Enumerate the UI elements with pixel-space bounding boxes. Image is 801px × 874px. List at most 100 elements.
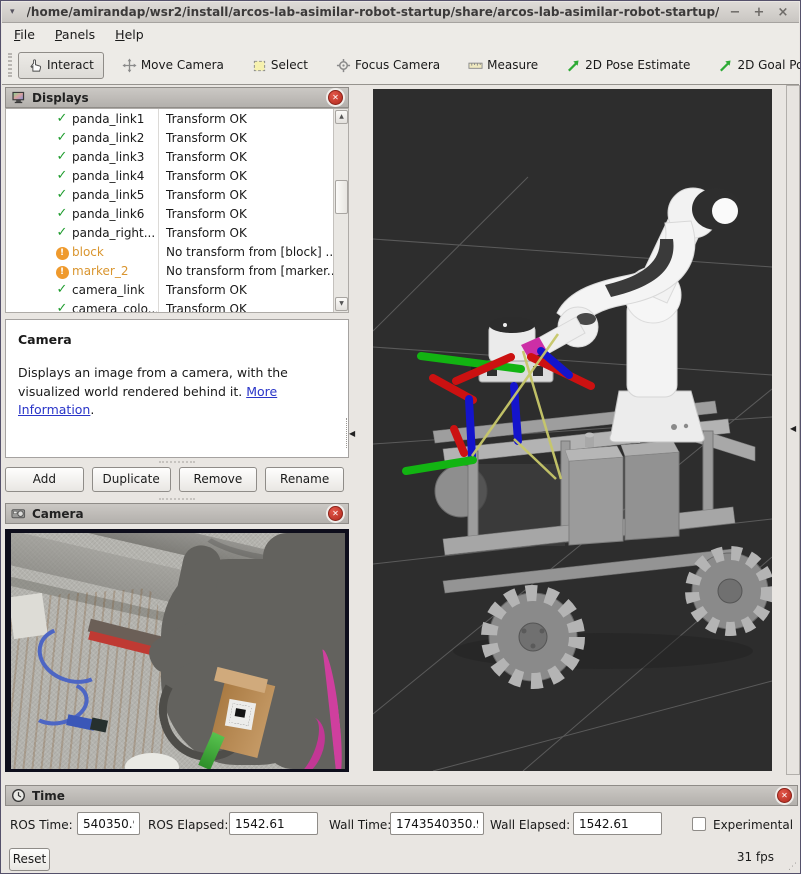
wall-elapsed-field[interactable] bbox=[573, 812, 662, 835]
time-panel-title: Time bbox=[32, 789, 771, 803]
camera-image bbox=[11, 533, 345, 769]
ros-elapsed-field[interactable] bbox=[229, 812, 318, 835]
mobile-base bbox=[433, 401, 768, 681]
displays-icon bbox=[11, 90, 26, 105]
menu-file[interactable]: File bbox=[14, 27, 35, 42]
experimental-checkbox[interactable] bbox=[692, 817, 706, 831]
camera-close-icon[interactable]: ✕ bbox=[328, 506, 343, 521]
maximize-button[interactable]: + bbox=[751, 5, 767, 20]
tool-select[interactable]: Select bbox=[242, 52, 318, 79]
ok-check-icon: ✓ bbox=[52, 282, 72, 297]
green-arrow-icon bbox=[718, 58, 733, 73]
ros-time-label: ROS Time: bbox=[10, 818, 73, 832]
tool-2d-pose-estimate[interactable]: 2D Pose Estimate bbox=[556, 52, 700, 79]
collapsed-right-panel[interactable]: ◀ bbox=[786, 85, 800, 775]
experimental-label: Experimental bbox=[713, 818, 793, 832]
resize-grip[interactable]: ⋰ bbox=[788, 862, 797, 872]
column-divider bbox=[158, 109, 159, 312]
table-row[interactable]: ✓panda_link5Transform OK bbox=[6, 185, 348, 204]
time-close-icon[interactable]: ✕ bbox=[777, 788, 792, 803]
row-name: camera_colo... bbox=[72, 302, 157, 314]
displays-panel-title: Displays bbox=[32, 91, 322, 105]
row-status: Transform OK bbox=[157, 302, 247, 314]
time-panel-header[interactable]: Time ✕ bbox=[5, 785, 798, 806]
splitter-dots bbox=[346, 418, 347, 448]
tool-label: Measure bbox=[487, 58, 538, 72]
remove-button[interactable]: Remove bbox=[179, 467, 258, 492]
camera-panel-header[interactable]: Camera ✕ bbox=[5, 503, 349, 524]
scroll-up-icon[interactable]: ▲ bbox=[335, 110, 348, 124]
scroll-down-icon[interactable]: ▼ bbox=[335, 297, 348, 311]
row-name: panda_link1 bbox=[72, 112, 157, 126]
warning-icon: ! bbox=[56, 266, 69, 279]
warning-icon: ! bbox=[56, 247, 69, 260]
wall-elapsed-label: Wall Elapsed: bbox=[490, 818, 570, 832]
table-row[interactable]: ✓panda_link4Transform OK bbox=[6, 166, 348, 185]
close-window-button[interactable]: × bbox=[775, 5, 791, 20]
ok-check-icon: ✓ bbox=[52, 301, 72, 313]
displays-close-icon[interactable]: ✕ bbox=[328, 90, 343, 105]
left-splitter-handle[interactable]: ◀ bbox=[346, 417, 360, 449]
minimize-button[interactable]: − bbox=[727, 5, 743, 20]
row-status: Transform OK bbox=[157, 150, 247, 164]
tree-scrollbar[interactable]: ▲ ▼ bbox=[333, 109, 348, 312]
wall-time-field[interactable] bbox=[390, 812, 484, 835]
row-status: Transform OK bbox=[157, 188, 247, 202]
displays-tree[interactable]: ✓panda_link1Transform OK ✓panda_link2Tra… bbox=[5, 108, 349, 313]
duplicate-button[interactable]: Duplicate bbox=[92, 467, 171, 492]
tool-measure[interactable]: Measure bbox=[458, 52, 548, 79]
hand-icon bbox=[28, 58, 43, 73]
3d-viewport[interactable] bbox=[373, 89, 772, 771]
row-status: No transform from [marker... bbox=[157, 264, 338, 278]
row-name: panda_link2 bbox=[72, 131, 157, 145]
table-row[interactable]: ✓panda_link1Transform OK bbox=[6, 109, 348, 128]
row-name: block bbox=[72, 245, 157, 259]
panel-splitter[interactable] bbox=[159, 498, 195, 500]
description-period: . bbox=[90, 402, 94, 417]
ros-elapsed-label: ROS Elapsed: bbox=[148, 818, 228, 832]
table-row[interactable]: ✓panda_link2Transform OK bbox=[6, 128, 348, 147]
rviz-window: ▾ /home/amirandap/wsr2/install/arcos-lab… bbox=[0, 0, 801, 874]
tool-label: Focus Camera bbox=[355, 58, 440, 72]
table-row[interactable]: ✓camera_linkTransform OK bbox=[6, 280, 348, 299]
ok-check-icon: ✓ bbox=[52, 187, 72, 202]
window-menu-icon[interactable]: ▾ bbox=[10, 7, 15, 17]
wall-time-label: Wall Time: bbox=[329, 818, 391, 832]
table-row[interactable]: !marker_2No transform from [marker... bbox=[6, 261, 348, 280]
titlebar[interactable]: ▾ /home/amirandap/wsr2/install/arcos-lab… bbox=[2, 2, 799, 23]
menu-help[interactable]: Help bbox=[115, 27, 144, 42]
window-title: /home/amirandap/wsr2/install/arcos-lab-a… bbox=[27, 5, 719, 19]
reset-button[interactable]: Reset bbox=[9, 848, 50, 871]
tool-2d-goal-pose[interactable]: 2D Goal Pose bbox=[708, 52, 801, 79]
tool-move-camera[interactable]: Move Camera bbox=[112, 52, 234, 79]
tool-interact[interactable]: Interact bbox=[18, 52, 104, 79]
row-status: Transform OK bbox=[157, 131, 247, 145]
toolbar: Interact Move Camera Select Focus Camera… bbox=[2, 46, 799, 85]
tool-label: 2D Pose Estimate bbox=[585, 58, 690, 72]
panel-splitter[interactable] bbox=[159, 461, 195, 463]
scrollbar-thumb[interactable] bbox=[335, 180, 348, 214]
table-row[interactable]: ✓panda_link6Transform OK bbox=[6, 204, 348, 223]
table-row[interactable]: ✓panda_link3Transform OK bbox=[6, 147, 348, 166]
ok-check-icon: ✓ bbox=[52, 225, 72, 240]
ok-check-icon: ✓ bbox=[52, 206, 72, 221]
table-row[interactable]: !blockNo transform from [block] ... bbox=[6, 242, 348, 261]
ruler-icon bbox=[468, 58, 483, 73]
tool-focus-camera[interactable]: Focus Camera bbox=[326, 52, 450, 79]
crosshair-icon bbox=[336, 58, 351, 73]
rename-button[interactable]: Rename bbox=[265, 467, 344, 492]
menu-panels[interactable]: Panels bbox=[55, 27, 95, 42]
table-row[interactable]: ✓camera_colo...Transform OK bbox=[6, 299, 348, 313]
toolbar-drag-handle[interactable] bbox=[8, 53, 12, 77]
row-status: Transform OK bbox=[157, 283, 247, 297]
display-description: Camera Displays an image from a camera, … bbox=[5, 319, 349, 458]
row-status: Transform OK bbox=[157, 169, 247, 183]
ros-time-field[interactable] bbox=[77, 812, 140, 835]
ok-check-icon: ✓ bbox=[52, 168, 72, 183]
move-arrows-icon bbox=[122, 58, 137, 73]
table-row[interactable]: ✓panda_right...Transform OK bbox=[6, 223, 348, 242]
displays-panel-header[interactable]: Displays ✕ bbox=[5, 87, 349, 108]
camera-panel-title: Camera bbox=[32, 507, 322, 521]
add-button[interactable]: Add bbox=[5, 467, 84, 492]
displays-actions: Add Duplicate Remove Rename bbox=[5, 467, 344, 492]
